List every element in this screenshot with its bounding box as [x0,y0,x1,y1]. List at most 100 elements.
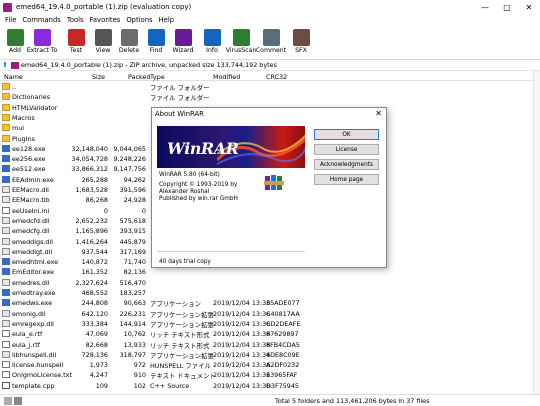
file-packed: 9,248,226 [113,155,146,164]
status-bar: Total 5 folders and 113,461,206 bytes in… [0,394,540,406]
folder-icon [2,113,10,121]
toolbar-find-button[interactable]: Find [143,26,169,60]
toolbar-extract-to-button[interactable]: Extract To [27,26,57,60]
menu-bar: File Commands Tools Favorites Options He… [0,14,540,26]
menu-options[interactable]: Options [123,16,155,24]
col-modified[interactable]: Modified [213,73,240,81]
file-packed: 94,262 [123,175,146,184]
acknowledgments-button[interactable]: Acknowledgments [314,159,379,170]
file-row[interactable]: eula_e.rtf 47,069 10,762 リッチ テキスト形式 2019/12/… [0,329,540,339]
ok-button[interactable]: OK [314,129,379,140]
file-name: Macros [12,113,35,122]
file-row[interactable]: emregexp.dll 333,384 144,914 アプリケーション拡張 2019… [0,319,540,329]
file-name: EEAdmin.exe [12,175,54,184]
toolbar-sfx-button[interactable]: SFX [288,26,314,60]
menu-favorites[interactable]: Favorites [87,16,124,24]
menu-help[interactable]: Help [156,16,178,24]
file-modified: 2019/12/04 13:36 [213,299,271,308]
file-row[interactable]: libhunspell.dll 728,136 318,797 アプリケーション拡張 2… [0,350,540,360]
toolbar-delete-button[interactable]: Delete [116,26,142,60]
toolbar: Add Extract To Test View Delete Find Wizard Inf… [0,26,540,60]
dialog-close-icon[interactable]: ✕ [375,109,382,118]
file-type: ファイル フォルダー [150,94,210,103]
toolbar-button-label: Wizard [172,47,194,54]
maximize-button[interactable]: □ [496,0,518,14]
winrar-banner: WinRAR [157,126,305,168]
dll-icon [2,216,10,224]
file-name: HTMLValidator [12,103,58,112]
file-name: Dictionaries [12,93,51,102]
file-row[interactable]: emedres.dll 2,327,624 516,470 [0,278,540,288]
toolbar-virusscan-button[interactable]: VirusScan [225,26,257,60]
col-size[interactable]: Size [92,73,105,81]
exe-icon [2,268,10,276]
toolbar-button-label: SFX [295,47,307,54]
file-name: emedcfg.dll [12,227,50,236]
file-name: EEMacro.dll [12,186,49,194]
file-row[interactable]: emedtray.exe 468,552 183,257 [0,288,540,298]
txt-icon [2,340,10,348]
txt-icon [2,371,10,379]
dll-icon [2,196,10,204]
dll-icon [2,186,10,193]
file-row[interactable]: EmEditor.exe 161,352 82,136 [0,267,540,277]
col-name[interactable]: Name [4,73,23,81]
file-type: ファイル フォルダー [150,84,210,92]
file-crc: C40817AA [266,309,300,318]
toolbar-comment-button[interactable]: Comment [256,26,286,60]
toolbar-button-label: Add [9,47,21,54]
dll-icon [2,278,10,286]
toolbar-test-button[interactable]: Test [63,26,89,60]
file-packed: 445,879 [119,237,146,246]
file-packed: 71,740 [123,258,146,267]
file-crc: 4DE8C09E [266,350,300,359]
col-crc32[interactable]: CRC32 [266,73,287,81]
dll-icon [2,309,10,317]
home-page-button[interactable]: Home page [314,174,379,185]
file-name: PlugIns [12,134,36,143]
toolbar-wizard-button[interactable]: Wizard [170,26,196,60]
toolbar-view-button[interactable]: View [90,26,116,60]
file-name: ee512.exe [12,165,46,174]
add-icon [6,29,24,46]
file-name: libhunspell.dll [12,350,57,359]
toolbar-button-label: VirusScan [225,47,257,54]
file-row[interactable]: .. ファイル フォルダー [0,82,540,92]
column-header: Name Size Packed Type Modified CRC32 [0,71,540,81]
file-name: emonig.dll [12,309,46,318]
file-type: テキスト ドキュメント [150,372,216,381]
toolbar-button-label: View [95,47,111,54]
file-modified: 2019/12/04 13:36 [213,361,271,370]
file-row[interactable]: emonig.dll 642,120 226,231 アプリケーション拡張 2019/1… [0,309,540,319]
file-packed: 317,169 [119,247,146,256]
toolbar-info-button[interactable]: Info [199,26,225,60]
delete-icon [120,29,138,46]
file-row[interactable]: template.cpp 109 102 C++ Source 2019/12/04 1… [0,381,540,391]
address-text: emed64_19.4.0_portable (1).zip - ZIP arc… [21,61,277,69]
winrar-app-icon [3,2,12,12]
up-folder-button[interactable]: ⬆ [0,61,10,69]
toolbar-add-button[interactable]: Add [2,26,28,60]
file-row[interactable]: Dictionaries ファイル フォルダー [0,92,540,102]
txt-icon [2,361,10,369]
file-row[interactable]: eula_j.rtf 82,668 13,933 リッチ テキスト形式 2019/12/… [0,340,540,350]
file-row[interactable]: license.hunspell 1,973 972 HUNSPELL ファイル 201… [0,360,540,370]
file-row[interactable]: emedws.exe 244,808 90,663 アプリケーション 2019/12/0… [0,298,540,308]
license-button[interactable]: License [314,144,379,155]
menu-commands[interactable]: Commands [19,16,63,24]
file-packed: 24,928 [123,196,146,205]
file-modified: 2019/12/04 13:36 [213,350,271,359]
version-text: WinRAR 5.80 (64-bit) [159,172,220,178]
file-packed: 102 [133,381,146,390]
col-packed[interactable]: Packed [128,73,150,81]
copyright-text: Copyright © 1993-2019 by [159,182,238,188]
close-button[interactable]: ✕ [518,0,540,14]
minimize-button[interactable]: — [474,0,496,14]
vertical-scrollbar[interactable] [533,71,540,394]
file-row[interactable]: OnigmoLicense.txt 4,247 910 テキスト ドキュメント 2019… [0,370,540,380]
col-type[interactable]: Type [150,73,165,81]
menu-tools[interactable]: Tools [64,16,87,24]
file-packed: 972 [133,361,146,370]
window-title: emed64_19.4.0_portable (1).zip (evaluati… [16,3,192,11]
menu-file[interactable]: File [2,16,19,24]
